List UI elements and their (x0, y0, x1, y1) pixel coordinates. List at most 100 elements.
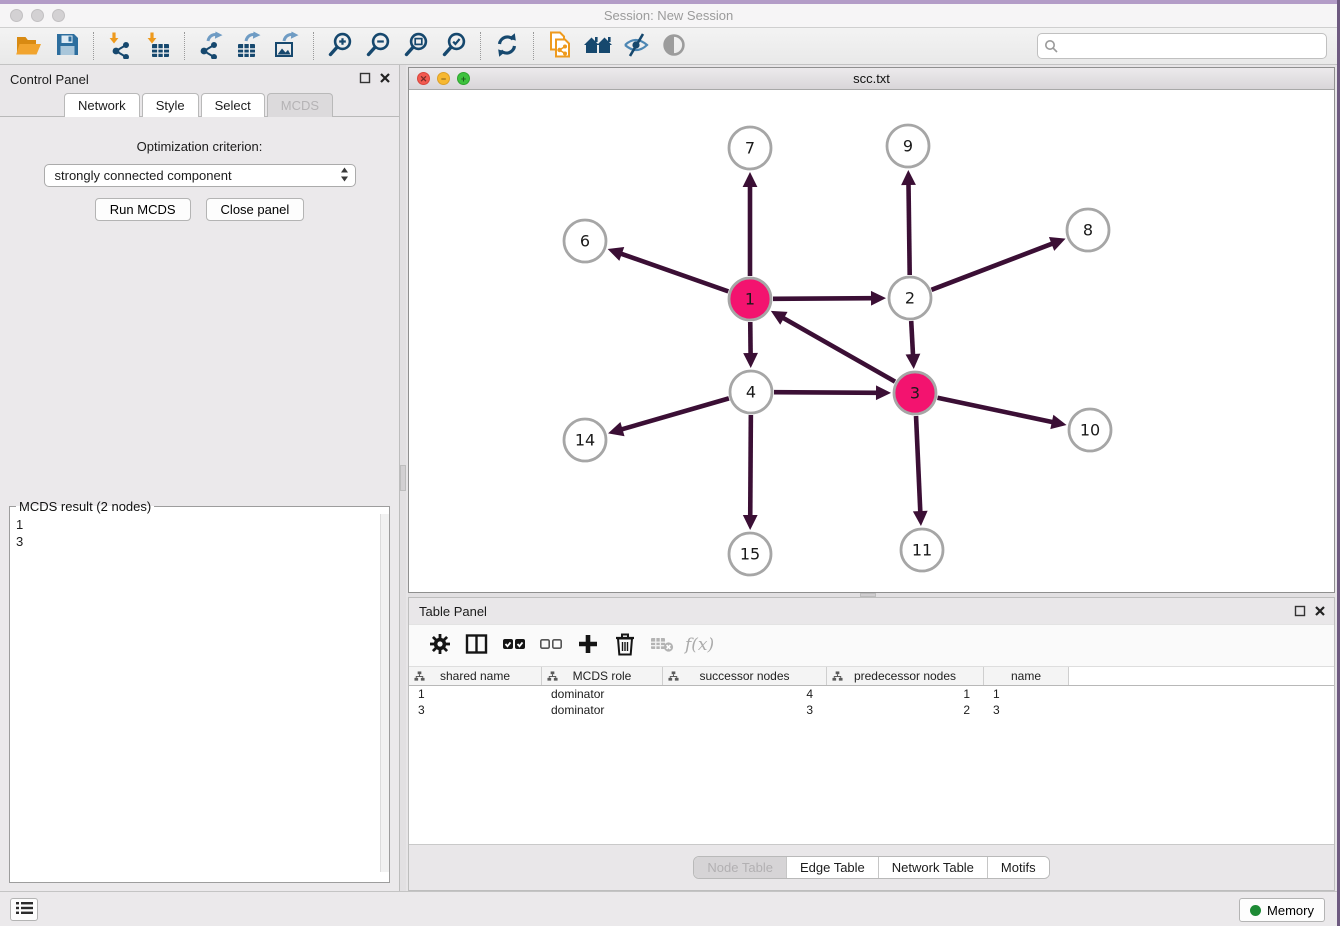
duplicate-network-button[interactable] (541, 30, 579, 62)
graph-node-4[interactable]: 4 (730, 371, 772, 413)
vertical-splitter-handle[interactable] (400, 465, 406, 491)
table-tab-motifs[interactable]: Motifs (987, 857, 1049, 878)
delete-column-button[interactable] (606, 629, 643, 663)
network-window-title: scc.txt (409, 68, 1334, 89)
column-header-shared-name[interactable]: shared name (409, 667, 542, 685)
export-image-button[interactable] (268, 30, 306, 62)
refresh-layout-button[interactable] (488, 30, 526, 62)
cell-shared-name[interactable]: 1 (409, 686, 542, 702)
graph-node-3[interactable]: 3 (894, 372, 936, 414)
column-settings-button[interactable] (421, 629, 458, 663)
add-column-button[interactable] (569, 629, 606, 663)
deselect-all-columns-button[interactable] (532, 629, 569, 663)
tab-network[interactable]: Network (64, 93, 140, 117)
toolbar-separator (533, 32, 534, 60)
edge-1-4[interactable] (743, 322, 758, 368)
run-mcds-button[interactable]: Run MCDS (95, 198, 191, 221)
tab-mcds[interactable]: MCDS (267, 93, 333, 117)
tab-select[interactable]: Select (201, 93, 265, 117)
table-row[interactable]: 3dominator323 (409, 702, 1334, 718)
graph-node-9[interactable]: 9 (887, 125, 929, 167)
cell-successor-nodes[interactable]: 3 (663, 702, 827, 718)
edge-3-11[interactable] (913, 416, 928, 526)
close-window-button[interactable] (10, 9, 23, 22)
zoom-selected-button[interactable] (435, 30, 473, 62)
edge-2-9[interactable] (901, 170, 916, 275)
edge-3-10[interactable] (938, 398, 1067, 429)
zoom-fit-button[interactable] (397, 30, 435, 62)
export-table-button[interactable] (230, 30, 268, 62)
network-canvas[interactable]: 7 9 6 8 1 2 4 3 14 10 15 11 (409, 90, 1334, 592)
edge-1-6[interactable] (608, 247, 729, 291)
graph-node-6[interactable]: 6 (564, 220, 606, 262)
cell-MCDS-role[interactable]: dominator (542, 686, 663, 702)
search-input[interactable] (1037, 33, 1327, 59)
zoom-in-button[interactable] (321, 30, 359, 62)
edge-1-2[interactable] (773, 291, 886, 306)
memory-button[interactable]: Memory (1239, 898, 1325, 922)
horizontal-splitter[interactable] (408, 593, 1335, 597)
save-session-button[interactable] (48, 30, 86, 62)
column-header-predecessor-nodes[interactable]: predecessor nodes (827, 667, 984, 685)
save-session-icon (54, 31, 81, 61)
network-minimize-button[interactable]: − (437, 72, 450, 85)
graph-node-15[interactable]: 15 (729, 533, 771, 575)
table-tab-network-table[interactable]: Network Table (878, 857, 987, 878)
edge-2-8[interactable] (931, 237, 1065, 290)
network-window-titlebar[interactable]: ✕ − + scc.txt (409, 68, 1334, 90)
import-table-button[interactable] (139, 30, 177, 62)
column-header-successor-nodes[interactable]: successor nodes (663, 667, 827, 685)
network-home-button[interactable] (579, 30, 617, 62)
import-network-button[interactable] (101, 30, 139, 62)
cell-predecessor-nodes[interactable]: 1 (827, 686, 984, 702)
edge-4-3[interactable] (774, 385, 891, 400)
close-panel-icon[interactable] (379, 72, 391, 84)
graph-node-2[interactable]: 2 (889, 277, 931, 319)
task-history-button[interactable] (10, 898, 38, 921)
select-all-columns-button[interactable] (495, 629, 532, 663)
float-panel-icon[interactable] (359, 72, 371, 84)
mcds-result-box[interactable]: 13 (10, 514, 389, 872)
network-maximize-button[interactable]: + (457, 72, 470, 85)
cell-MCDS-role[interactable]: dominator (542, 702, 663, 718)
maximize-window-button[interactable] (52, 9, 65, 22)
cell-predecessor-nodes[interactable]: 2 (827, 702, 984, 718)
float-table-panel-icon[interactable] (1294, 605, 1306, 617)
table-row[interactable]: 1dominator411 (409, 686, 1334, 702)
cell-name[interactable]: 1 (984, 686, 1069, 702)
zoom-out-button[interactable] (359, 30, 397, 62)
edge-3-1[interactable] (771, 311, 895, 382)
edge-1-7[interactable] (743, 172, 758, 276)
graph-node-14[interactable]: 14 (564, 419, 606, 461)
edge-2-3[interactable] (906, 321, 921, 369)
column-header-name[interactable]: name (984, 667, 1069, 685)
appearance-eye-icon (661, 32, 687, 61)
graphics-details-button[interactable] (617, 30, 655, 62)
optimization-criterion-select[interactable]: strongly connected component (44, 164, 356, 187)
graph-node-11[interactable]: 11 (901, 529, 943, 571)
graph-node-1[interactable]: 1 (729, 278, 771, 320)
graph-node-7[interactable]: 7 (729, 127, 771, 169)
cell-successor-nodes[interactable]: 4 (663, 686, 827, 702)
open-session-button[interactable] (10, 30, 48, 62)
graph-node-10[interactable]: 10 (1069, 409, 1111, 451)
horizontal-splitter-handle[interactable] (860, 593, 876, 597)
graph-node-8[interactable]: 8 (1067, 209, 1109, 251)
export-network-button[interactable] (192, 30, 230, 62)
table-mode-button[interactable] (458, 629, 495, 663)
appearance-eye-button[interactable] (655, 30, 693, 62)
close-panel-button[interactable]: Close panel (206, 198, 305, 221)
close-table-panel-icon[interactable] (1314, 605, 1326, 617)
result-scrollbar[interactable] (380, 514, 389, 872)
network-close-button[interactable]: ✕ (417, 72, 430, 85)
table-tab-edge-table[interactable]: Edge Table (786, 857, 878, 878)
cell-shared-name[interactable]: 3 (409, 702, 542, 718)
minimize-window-button[interactable] (31, 9, 44, 22)
column-header-MCDS-role[interactable]: MCDS role (542, 667, 663, 685)
edge-4-15[interactable] (743, 415, 758, 530)
edge-4-14[interactable] (608, 398, 729, 436)
table-tab-node-table[interactable]: Node Table (694, 857, 786, 878)
tab-style[interactable]: Style (142, 93, 199, 117)
cell-name[interactable]: 3 (984, 702, 1069, 718)
vertical-splitter[interactable] (400, 65, 406, 891)
